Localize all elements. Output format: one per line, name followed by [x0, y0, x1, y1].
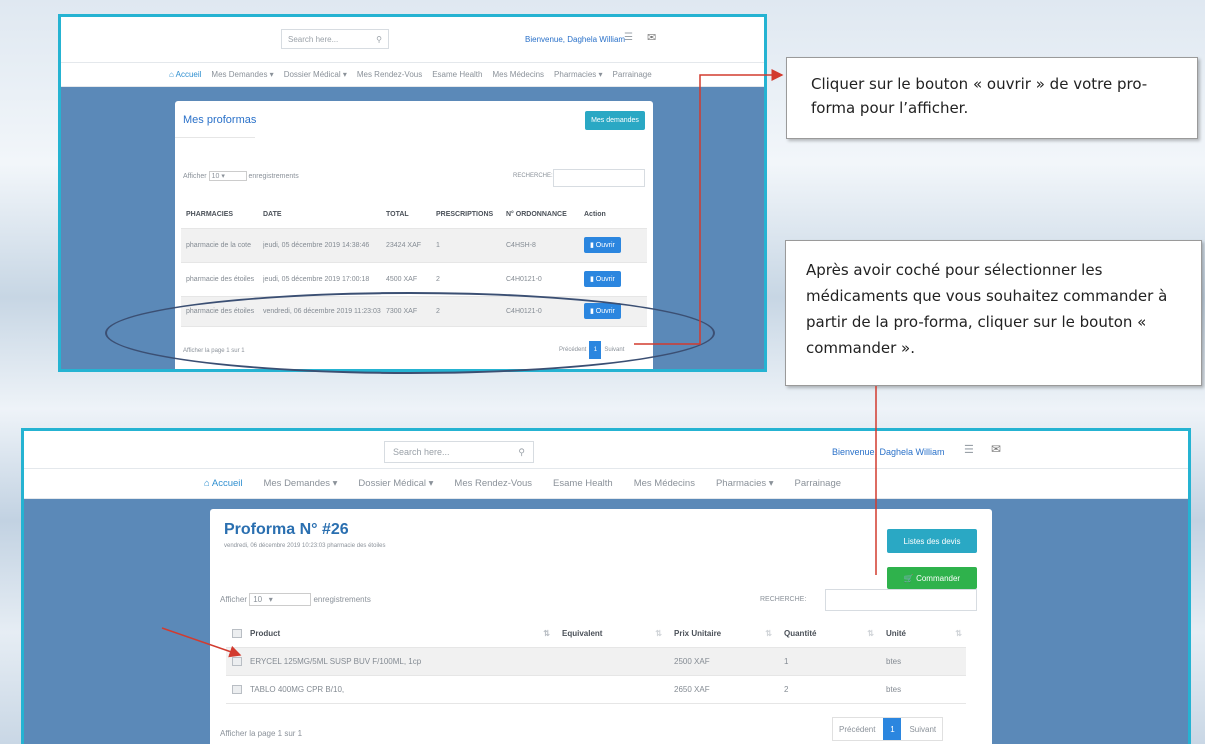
search-icon[interactable]: ⚲	[518, 447, 525, 458]
search-placeholder: Search here...	[288, 34, 339, 44]
chevron-down-icon: ▾	[268, 595, 273, 604]
nav-home[interactable]: ⌂ Accueil	[169, 70, 201, 79]
table-search-input[interactable]	[553, 169, 645, 187]
col-product[interactable]: Product ⇅	[250, 621, 556, 648]
proforma-detail-card: Proforma N° #26 vendredi, 06 décembre 20…	[210, 509, 992, 744]
sort-icon: ⇅	[955, 629, 962, 639]
col-action: Action	[584, 201, 647, 229]
page-length: Afficher 10 ▾ enregistrements	[220, 593, 371, 606]
bottom-screenshot: Search here... ⚲ Bienvenue, Daghela Will…	[21, 428, 1191, 744]
table-row: pharmacie des étoiles jeudi, 05 décembre…	[181, 262, 647, 297]
nav-home[interactable]: ⌂ Accueil	[204, 478, 242, 489]
welcome-text[interactable]: Bienvenue, Daghela William	[525, 35, 625, 44]
col-date[interactable]: DATE	[263, 201, 386, 229]
home-icon: ⌂	[169, 70, 176, 79]
cart-icon: 🛒	[903, 573, 917, 583]
nav-requests[interactable]: Mes Demandes ▾	[211, 70, 273, 79]
devis-list-button[interactable]: Listes des devis	[887, 529, 977, 553]
select-all-checkbox[interactable]	[232, 629, 242, 639]
new-request-button[interactable]: Mes demandes	[585, 111, 645, 130]
table-row: pharmacie de la cote jeudi, 05 décembre …	[181, 228, 647, 263]
search-label: RECHERCHE:	[760, 596, 807, 603]
col-pharmacies[interactable]: PHARMACIES	[181, 201, 263, 229]
list-icon[interactable]: ☰	[624, 32, 633, 43]
nav-esame-health[interactable]: Esame Health	[432, 70, 482, 79]
nav-esame-health[interactable]: Esame Health	[553, 478, 613, 489]
list-icon[interactable]: ☰	[964, 443, 974, 456]
search-placeholder: Search here...	[393, 447, 450, 457]
open-button[interactable]: ▮ Ouvrir	[584, 237, 621, 253]
nav-pharmacies[interactable]: Pharmacies ▾	[554, 70, 602, 79]
mail-icon[interactable]: ✉	[647, 31, 656, 44]
card-title: Mes proformas	[183, 114, 257, 126]
search-icon[interactable]: ⚲	[376, 35, 382, 44]
search-input[interactable]: Search here... ⚲	[384, 441, 534, 463]
search-label: RECHERCHE:	[513, 173, 553, 179]
nav-doctors[interactable]: Mes Médecins	[634, 478, 695, 489]
table-search-input[interactable]	[825, 589, 977, 611]
row-checkbox[interactable]	[232, 684, 242, 694]
order-button[interactable]: 🛒 Commander	[887, 567, 977, 589]
nav-medical-record[interactable]: Dossier Médical ▾	[358, 478, 433, 489]
card-title-underline	[175, 137, 255, 138]
nav-appointments[interactable]: Mes Rendez-Vous	[454, 478, 532, 489]
page-1-button[interactable]: 1	[883, 718, 902, 740]
page-title: Proforma N° #26	[224, 521, 349, 538]
nav-medical-record[interactable]: Dossier Médical ▾	[284, 70, 347, 79]
search-input[interactable]: Search here... ⚲	[281, 29, 389, 49]
col-select[interactable]	[226, 621, 250, 648]
col-price[interactable]: Prix Unitaire ⇅	[668, 621, 778, 648]
home-icon: ⌂	[204, 478, 212, 489]
welcome-text[interactable]: Bienvenue, Daghela William	[832, 447, 945, 457]
products-table: Product ⇅ Equivalent ⇅ Prix Unitaire ⇅ Quan…	[226, 621, 966, 704]
page-length: Afficher 10 ▾ enregistrements	[183, 171, 299, 181]
table-row: ERYCEL 125MG/5ML SUSP BUV F/100ML, 1cp 2…	[226, 647, 966, 676]
nav-pharmacies[interactable]: Pharmacies ▾	[716, 478, 774, 489]
open-button[interactable]: ▮ Ouvrir	[584, 271, 621, 287]
sort-icon: ⇅	[543, 629, 550, 639]
col-total[interactable]: TOTAL	[386, 201, 436, 229]
page-subtitle: vendredi, 06 décembre 2019 10:23:03 phar…	[224, 543, 386, 549]
top-header: Search here... ⚲ Bienvenue, Daghela Will…	[24, 431, 1188, 469]
sort-icon: ⇅	[867, 629, 874, 639]
main-nav: ⌂ Accueil Mes Demandes ▾ Dossier Médical…	[61, 63, 764, 87]
table-footer-info: Afficher la page 1 sur 1	[220, 729, 303, 738]
main-nav: ⌂ Accueil Mes Demandes ▾ Dossier Médical…	[24, 469, 1188, 499]
prev-page-button[interactable]: Précédent	[839, 725, 875, 734]
chevron-down-icon: ▾	[221, 173, 225, 180]
col-ordonnance[interactable]: N° ORDONNANCE	[506, 201, 584, 229]
pagination: Précédent 1 Suivant	[832, 717, 944, 741]
mail-icon[interactable]: ✉	[991, 442, 1001, 456]
page-length-select[interactable]: 10 ▾	[208, 171, 247, 181]
col-prescriptions[interactable]: PRESCRIPTIONS	[436, 201, 506, 229]
callout-open-instruction: Cliquer sur le bouton « ouvrir » de votr…	[786, 57, 1198, 139]
nav-referral[interactable]: Parrainage	[795, 478, 841, 489]
col-unit[interactable]: Unité ⇅	[880, 621, 966, 648]
next-page-button[interactable]: Suivant	[909, 725, 936, 734]
nav-appointments[interactable]: Mes Rendez-Vous	[357, 70, 422, 79]
sort-icon: ⇅	[765, 629, 772, 639]
col-quantity[interactable]: Quantité ⇅	[778, 621, 880, 648]
nav-requests[interactable]: Mes Demandes ▾	[263, 478, 337, 489]
top-header: Search here... ⚲ Bienvenue, Daghela Will…	[61, 17, 764, 63]
row-checkbox[interactable]	[232, 656, 242, 666]
sort-icon: ⇅	[655, 629, 662, 639]
highlight-ellipse	[105, 292, 715, 374]
callout-order-instruction: Après avoir coché pour sélectionner les …	[785, 240, 1202, 386]
page-length-select[interactable]: 10 ▾	[249, 593, 312, 606]
col-equivalent[interactable]: Equivalent ⇅	[556, 621, 668, 648]
nav-referral[interactable]: Parrainage	[613, 70, 652, 79]
table-row: TABLO 400MG CPR B/10, 2650 XAF 2 btes	[226, 675, 966, 704]
nav-doctors[interactable]: Mes Médecins	[492, 70, 544, 79]
